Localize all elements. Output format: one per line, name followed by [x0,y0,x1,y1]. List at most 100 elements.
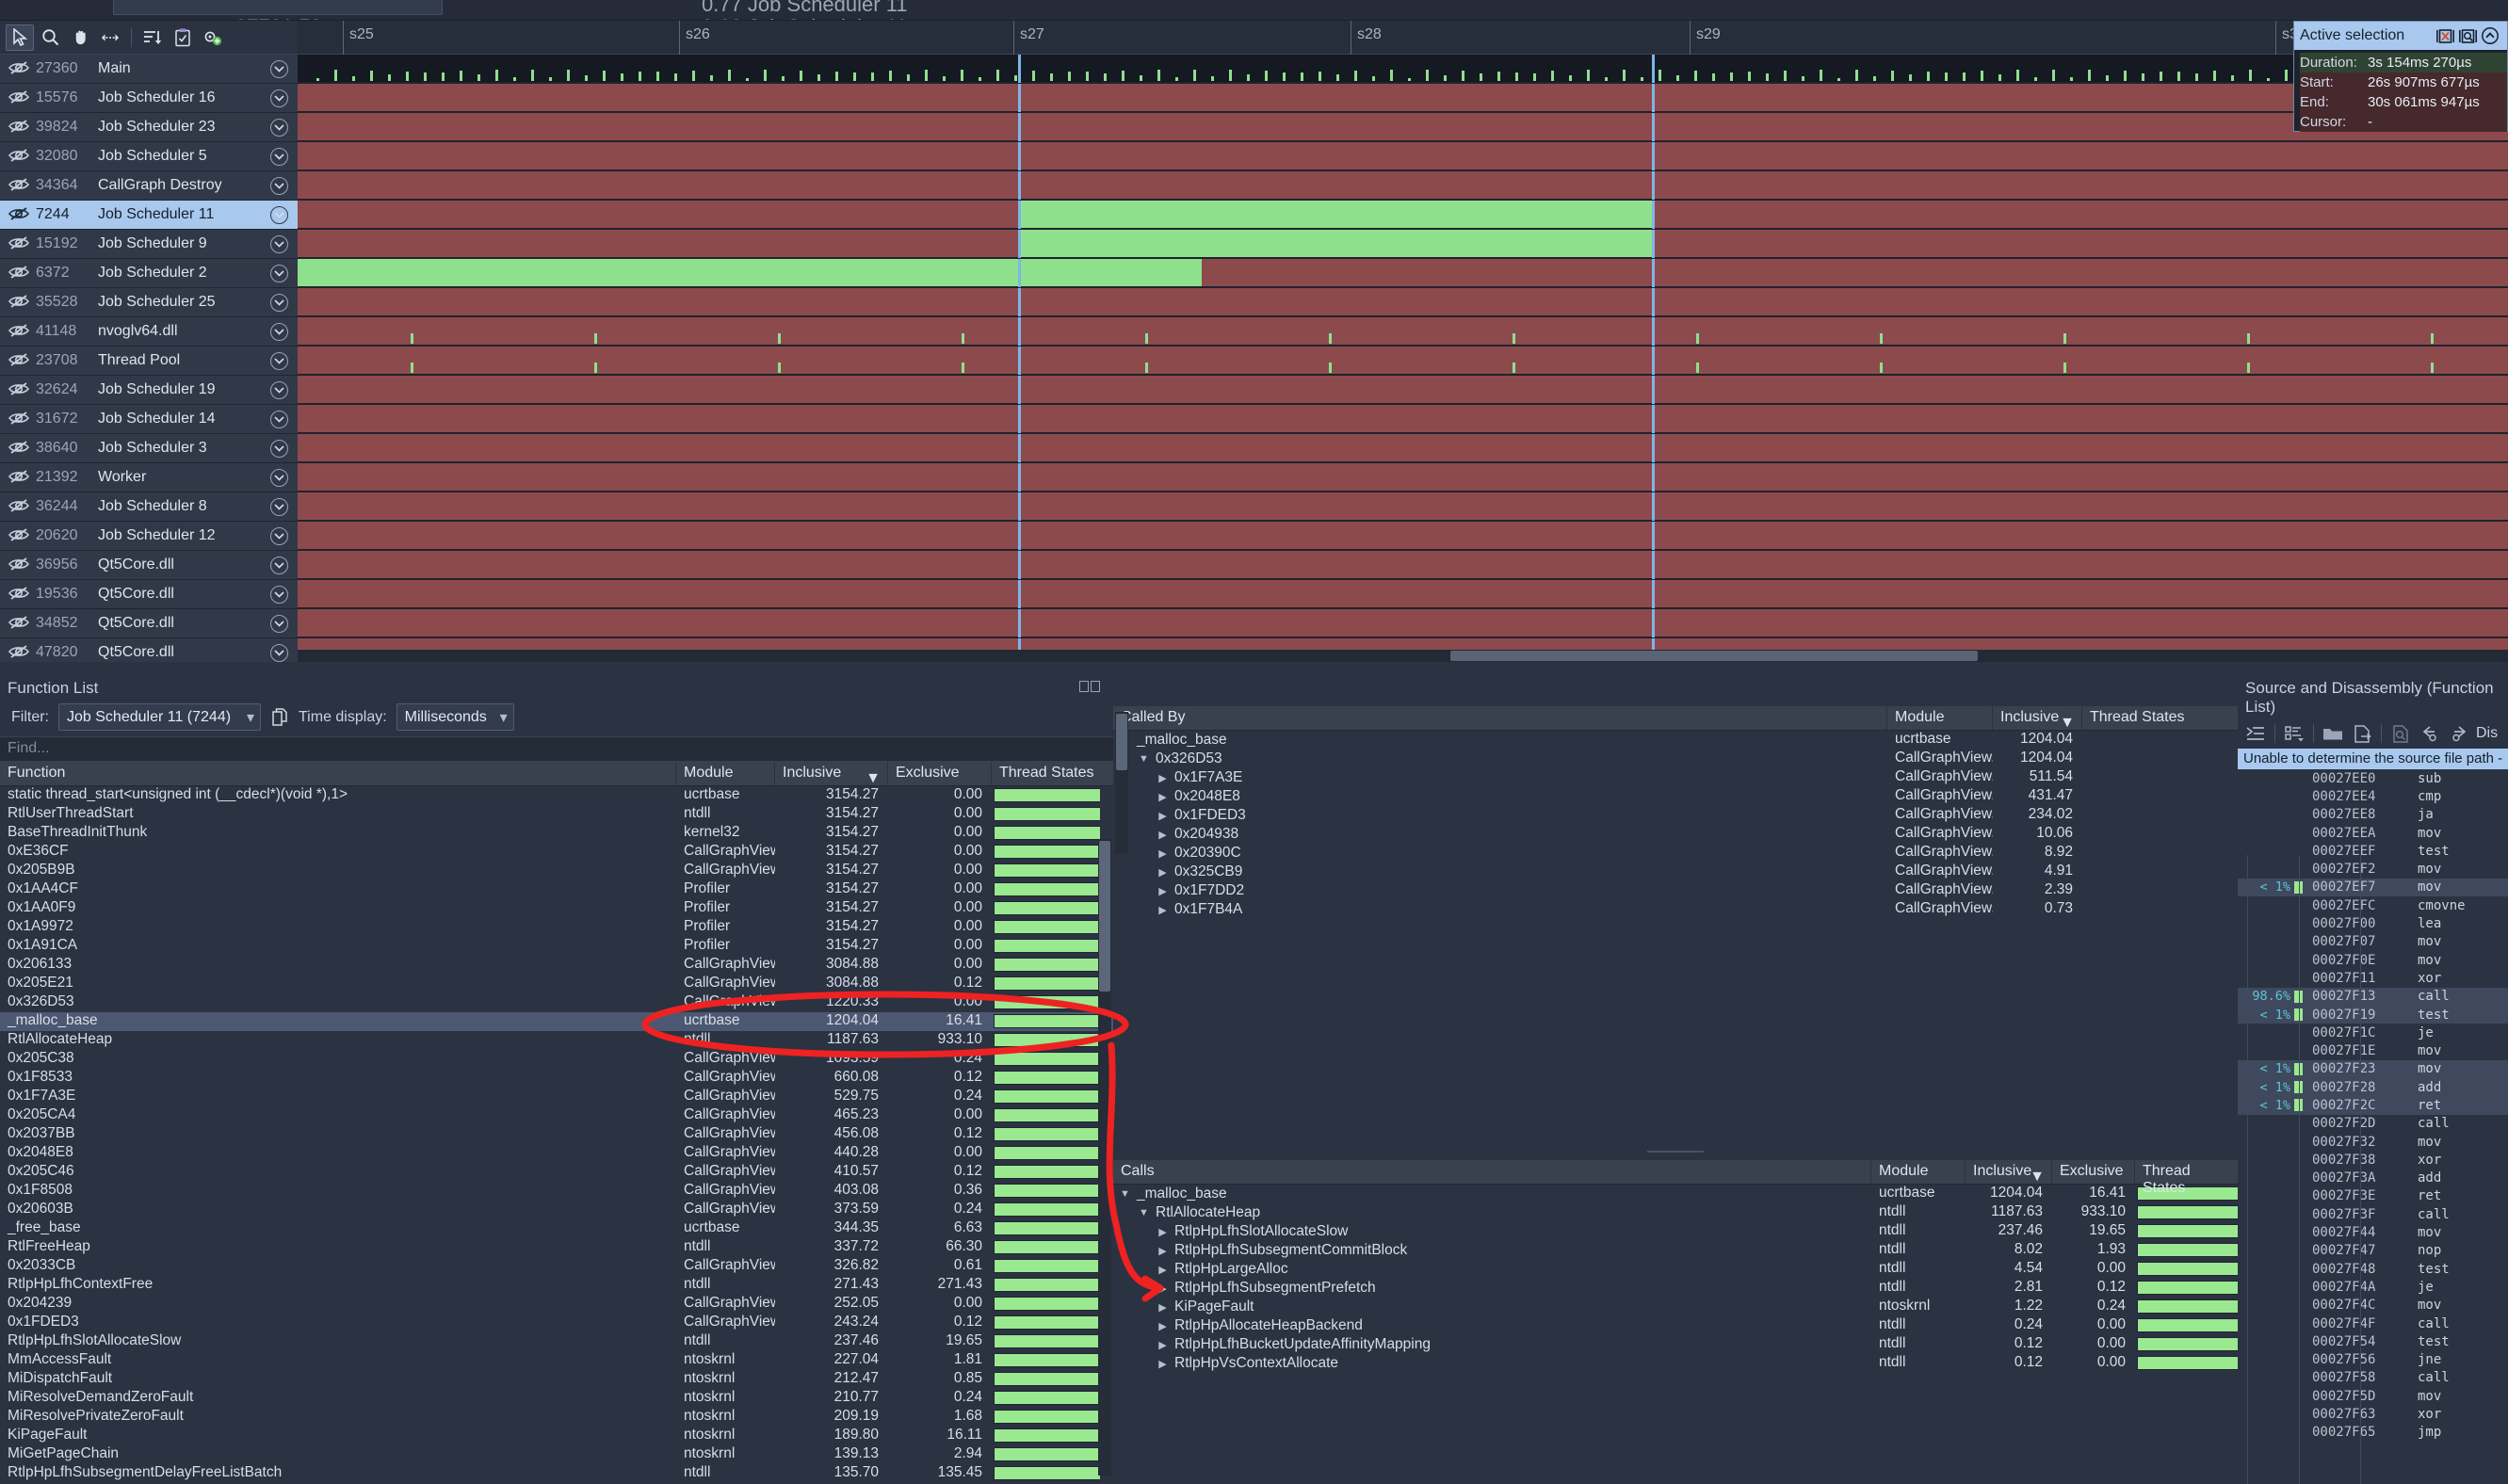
thread-visibility-icon[interactable] [8,469,32,486]
tree-row[interactable]: ▶ 0x2048E8 CallGraphView... 431.47 [1113,787,2238,806]
indent-icon[interactable] [2243,722,2268,745]
thread-track[interactable] [298,171,2508,201]
chevron-down-icon[interactable] [270,556,288,574]
disassembly-row[interactable]: 00027F65 jmp [2238,1424,2508,1442]
thread-visibility-icon[interactable] [8,294,32,311]
disassembly-row[interactable]: 00027EE8 ja [2238,806,2508,824]
table-row[interactable]: 0x1AA4CF Profiler 3154.27 0.00 [0,880,1113,899]
thread-track[interactable] [298,288,2508,317]
tree-row[interactable]: ▶ KiPageFault ntoskrnl 1.22 0.24 [1113,1298,2238,1316]
tree-expander-icon[interactable]: ▶ [1157,904,1169,916]
tree-row[interactable]: ▼ RtlAllocateHeap ntdll 1187.63 933.10 [1113,1203,2238,1222]
disassembly-row[interactable]: 00027F48 test [2238,1260,2508,1278]
tree-row[interactable]: ▶ 0x1F7A3E CallGraphView... 511.54 [1113,768,2238,787]
select-tool-button[interactable] [6,24,34,51]
disassembly-row[interactable]: < 1% 00027F28 add [2238,1078,2508,1097]
thread-row[interactable]: 23708 Thread Pool [0,347,298,376]
tree-expander-icon[interactable]: ▼ [1138,1207,1150,1218]
table-row[interactable]: 0x1A91CA Profiler 3154.27 0.00 [0,937,1113,956]
thread-track[interactable] [298,84,2508,113]
disassembly-row[interactable]: 00027F47 nop [2238,1242,2508,1260]
thread-row[interactable]: 41148 nvoglv64.dll [0,317,298,347]
chevron-down-icon[interactable] [270,235,288,253]
thread-visibility-icon[interactable] [8,265,32,282]
function-list-body[interactable]: static thread_start<unsigned int (__cdec… [0,786,1113,1483]
column-header-called-by[interactable]: Called By [1113,706,1887,730]
thread-visibility-icon[interactable] [8,381,32,398]
chevron-down-icon[interactable] [270,148,288,166]
thread-visibility-icon[interactable] [8,352,32,369]
column-header-cb-thread-states[interactable]: Thread States [2082,706,2233,730]
thread-row[interactable]: 36956 Qt5Core.dll [0,551,298,580]
disassembly-row[interactable]: 00027EF2 mov [2238,860,2508,878]
disassembly-row[interactable]: 00027F2D call [2238,1115,2508,1133]
measure-tool-button[interactable] [96,24,124,51]
calls-body[interactable]: ▼ _malloc_base ucrtbase 1204.04 16.41 ▼ RtlAll… [1113,1185,2238,1373]
table-row[interactable]: 0x205CA4 CallGraphView... 465.23 0.00 [0,1106,1113,1125]
tree-row[interactable]: ▼ _malloc_base ucrtbase 1204.04 16.41 [1113,1185,2238,1203]
thread-visibility-icon[interactable] [8,177,32,194]
disassembly-row[interactable]: 00027F44 mov [2238,1223,2508,1241]
disassembly-row[interactable]: 00027F3A add [2238,1169,2508,1187]
tree-expander-icon[interactable]: ▼ [1119,1188,1131,1200]
thread-track[interactable] [298,551,2508,580]
tree-expander-icon[interactable]: ▶ [1157,1264,1169,1276]
column-header-function[interactable]: Function [0,762,676,785]
tree-expander-icon[interactable]: ▶ [1157,1358,1169,1370]
thread-row[interactable]: 34852 Qt5Core.dll [0,609,298,638]
navigate-forward-icon[interactable] [2447,722,2471,745]
disassembly-row[interactable]: < 1% 00027F2C ret [2238,1096,2508,1115]
time-display-select[interactable]: Milliseconds ▾ [396,703,514,731]
chevron-down-icon[interactable] [270,352,288,370]
table-row[interactable]: 0x1FDED3 CallGraphView... 243.24 0.12 [0,1314,1113,1332]
column-header-cb-module[interactable]: Module [1887,706,1993,730]
thread-row[interactable]: 20620 Job Scheduler 12 [0,522,298,551]
tree-expander-icon[interactable]: ▶ [1157,1320,1169,1332]
panel-splitter-handle[interactable] [1113,1148,2238,1156]
tree-expander-icon[interactable]: ▶ [1157,1339,1169,1351]
column-header-cl-inclusive[interactable]: Inclusive ▼ [1966,1160,2052,1185]
zoom-to-selection-icon[interactable] [2456,25,2479,46]
called-by-header[interactable]: Called By Module Inclusive ▼ Thread Stat… [1113,706,2238,731]
thread-row[interactable]: 6372 Job Scheduler 2 [0,259,298,288]
table-row[interactable]: RtlUserThreadStart ntdll 3154.27 0.00 [0,805,1113,824]
disassembly-row[interactable]: 00027F0E mov [2238,951,2508,969]
close-selection-icon[interactable] [2434,25,2456,46]
thread-row[interactable]: 34364 CallGraph Destroy [0,171,298,201]
table-row[interactable]: 0x205E21 CallGraphView... 3084.88 0.12 [0,975,1113,993]
thread-track[interactable] [298,463,2508,492]
thread-checklist-button[interactable] [169,24,197,51]
disassembly-row[interactable]: 00027F5D mov [2238,1387,2508,1405]
column-header-cl-module[interactable]: Module [1871,1160,1966,1184]
disassembly-row[interactable]: 00027F58 call [2238,1369,2508,1387]
tree-row[interactable]: ▶ 0x1F7DD2 CallGraphView... 2.39 [1113,881,2238,900]
thread-track[interactable] [298,492,2508,522]
table-row[interactable]: RtlFreeHeap ntdll 337.72 66.30 [0,1238,1113,1257]
table-row[interactable]: 0x1A9972 Profiler 3154.27 0.00 [0,918,1113,937]
table-row[interactable]: 0x1AA0F9 Profiler 3154.27 0.00 [0,899,1113,918]
table-row[interactable]: RtlpHpLfhSubsegmentDelayFreeListBatch ntd… [0,1464,1113,1483]
thread-visibility-icon[interactable] [8,89,32,106]
sort-threads-button[interactable] [138,24,167,51]
table-row[interactable]: 0x2033CB CallGraphView... 326.82 0.61 [0,1257,1113,1276]
table-row[interactable]: RtlAllocateHeap ntdll 1187.63 933.10 [0,1031,1113,1050]
function-find-input[interactable]: Find... [0,736,1113,762]
thread-row[interactable]: 19536 Qt5Core.dll [0,580,298,609]
thread-track[interactable] [298,55,2508,84]
column-header-thread-states[interactable]: Thread States [992,762,1100,785]
tree-expander-icon[interactable]: ▶ [1157,791,1169,803]
disassembly-row[interactable]: 00027F4C mov [2238,1297,2508,1315]
export-file-icon[interactable] [2350,722,2374,745]
thread-row[interactable]: 32624 Job Scheduler 19 [0,376,298,405]
chevron-down-icon[interactable] [270,177,288,195]
disassembly-row[interactable]: 00027F32 mov [2238,1133,2508,1151]
column-header-exclusive[interactable]: Exclusive [888,762,992,785]
chevron-down-icon[interactable] [270,411,288,428]
thread-track[interactable] [298,230,2508,259]
chevron-down-icon[interactable] [270,381,288,399]
thread-row[interactable]: 39824 Job Scheduler 23 [0,113,298,142]
tree-expander-icon[interactable]: ▶ [1157,1245,1169,1257]
function-list-header[interactable]: Function Module Inclusive ▼ Exclusive Th… [0,762,1113,786]
disassembly-row[interactable]: 00027EEF test [2238,842,2508,860]
thread-visibility-icon[interactable] [8,206,32,223]
